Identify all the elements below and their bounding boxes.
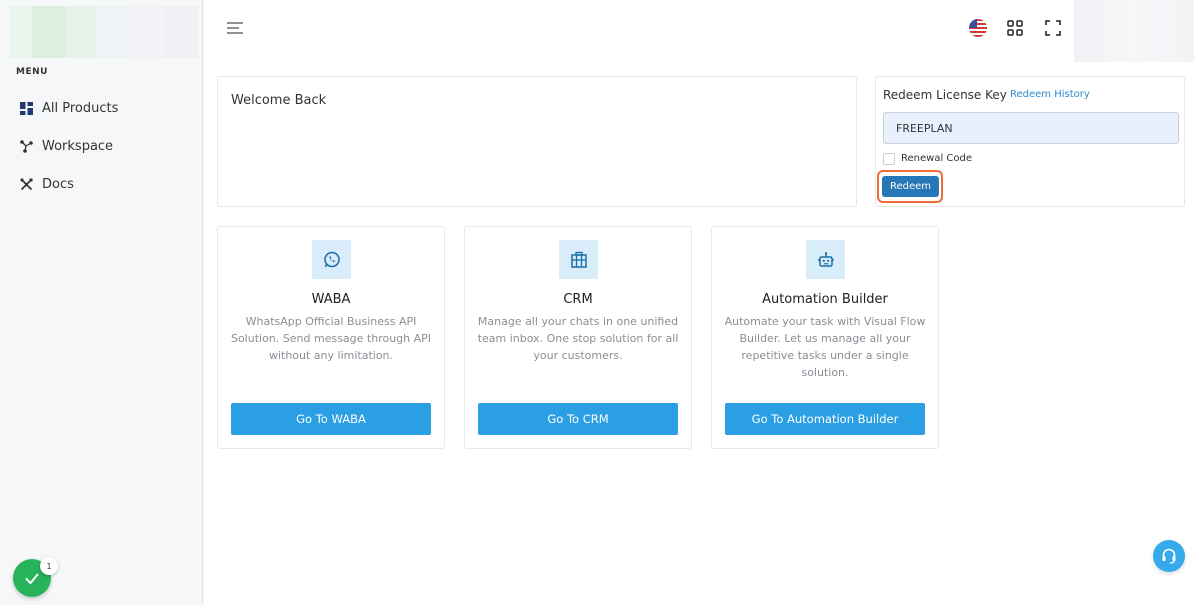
product-description: WhatsApp Official Business API Solution.… <box>230 315 432 362</box>
product-name: WABA <box>311 292 351 307</box>
license-key-input[interactable] <box>883 112 1179 144</box>
user-avatar[interactable] <box>1074 0 1194 62</box>
whatsapp-icon <box>312 240 351 279</box>
sidebar-item-label: Workspace <box>42 139 114 154</box>
product-name: Automation Builder <box>762 292 888 307</box>
main-content: Welcome Back Redeem License Key Redeem H… <box>204 0 1200 605</box>
notification-count-badge: 1 <box>40 557 58 575</box>
welcome-title: Welcome Back <box>231 93 327 108</box>
redeem-button[interactable]: Redeem <box>882 176 939 197</box>
robot-icon <box>806 240 845 279</box>
product-card-crm: CRM Manage all your chats in one unified… <box>464 226 692 449</box>
workspace-icon <box>20 140 33 153</box>
fullscreen-icon[interactable] <box>1045 20 1061 40</box>
sidebar-item-all-products[interactable]: All Products <box>20 101 118 116</box>
product-card-waba: WABA WhatsApp Official Business API Solu… <box>217 226 445 449</box>
redeem-history-link[interactable]: Redeem History <box>1010 89 1090 100</box>
sidebar-item-workspace[interactable]: Workspace <box>20 139 113 154</box>
product-name: CRM <box>563 292 593 307</box>
renewal-code-checkbox[interactable] <box>883 153 895 165</box>
renewal-code-label: Renewal Code <box>901 153 973 164</box>
us-flag-icon[interactable] <box>969 19 987 37</box>
support-chat-button[interactable] <box>1153 540 1185 572</box>
menu-toggle-icon[interactable] <box>226 20 244 40</box>
redeem-title: Redeem License Key <box>883 88 1007 102</box>
apps-grid-icon[interactable] <box>1007 20 1023 40</box>
go-to-waba-button[interactable]: Go To WABA <box>231 403 431 435</box>
tools-icon <box>20 178 33 191</box>
menu-title: MENU <box>16 67 48 77</box>
product-description: Manage all your chats in one unified tea… <box>477 315 679 362</box>
dashboard-icon <box>20 102 33 115</box>
product-description: Automate your task with Visual Flow Buil… <box>724 315 926 379</box>
go-to-automation-builder-button[interactable]: Go To Automation Builder <box>725 403 925 435</box>
sidebar: MENU All Products Workspace Docs 1 <box>0 0 203 605</box>
redeem-card: Redeem License Key Redeem History Renewa… <box>875 76 1185 207</box>
headset-icon <box>1162 548 1176 564</box>
product-card-automation-builder: Automation Builder Automate your task wi… <box>711 226 939 449</box>
sidebar-item-docs[interactable]: Docs <box>20 177 74 192</box>
welcome-card: Welcome Back <box>217 76 857 207</box>
sidebar-item-label: All Products <box>42 101 119 116</box>
sidebar-item-label: Docs <box>42 177 74 192</box>
logo[interactable] <box>10 6 198 58</box>
go-to-crm-button[interactable]: Go To CRM <box>478 403 678 435</box>
check-icon <box>25 573 39 585</box>
building-icon <box>559 240 598 279</box>
